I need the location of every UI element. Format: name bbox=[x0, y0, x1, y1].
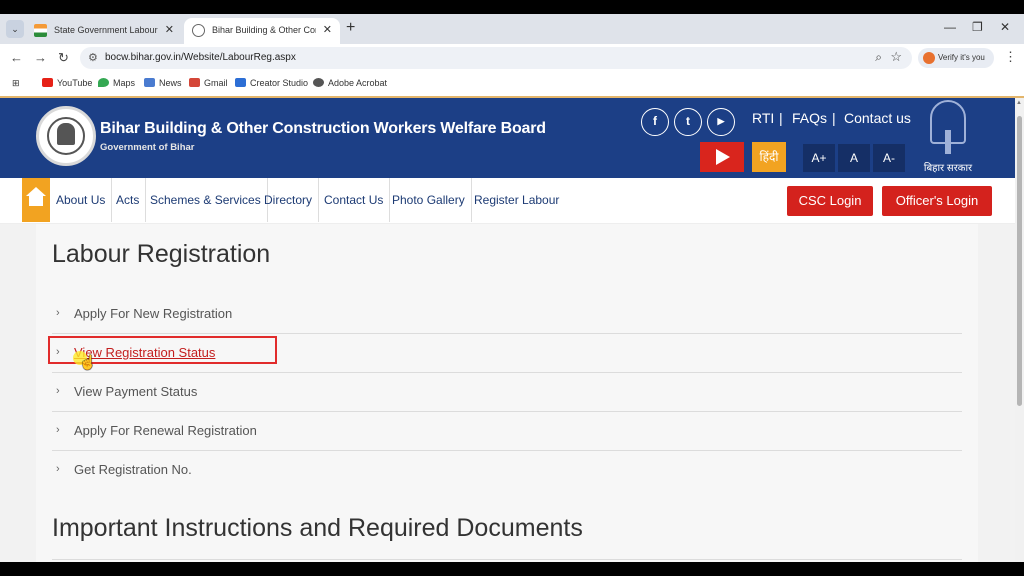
facebook-icon[interactable]: f bbox=[641, 108, 669, 136]
youtube-icon[interactable]: ▶ bbox=[707, 108, 735, 136]
close-window-icon[interactable]: ✕ bbox=[1000, 20, 1010, 34]
chevron-right-icon: › bbox=[56, 424, 60, 436]
site-header: Bihar Building & Other Construction Work… bbox=[0, 98, 1015, 178]
nav-acts[interactable]: Acts bbox=[110, 178, 147, 222]
tab-search-icon[interactable]: ⌄ bbox=[6, 20, 24, 38]
chevron-right-icon: › bbox=[56, 463, 60, 475]
scrollbar-thumb[interactable] bbox=[1017, 116, 1022, 406]
nav-photo-gallery[interactable]: Photo Gallery bbox=[386, 178, 472, 222]
bookmark-gmail[interactable]: Gmail bbox=[189, 78, 228, 88]
board-title: Bihar Building & Other Construction Work… bbox=[100, 120, 546, 137]
close-tab-icon[interactable]: ✕ bbox=[323, 23, 332, 36]
play-icon bbox=[716, 149, 730, 165]
separator: | bbox=[779, 110, 783, 126]
twitter-icon[interactable]: t bbox=[674, 108, 702, 136]
apps-grid-icon[interactable]: ⊞ bbox=[12, 78, 20, 89]
divider bbox=[52, 559, 962, 560]
forward-icon[interactable]: → bbox=[34, 50, 47, 65]
separator: | bbox=[832, 110, 836, 126]
officers-login-button[interactable]: Officer's Login bbox=[882, 186, 992, 216]
nav-about-us[interactable]: About Us bbox=[50, 178, 113, 222]
avatar bbox=[923, 52, 935, 64]
browser-toolbar: ← → ↻ ⚙ bocw.bihar.gov.in/Website/Labour… bbox=[0, 44, 1024, 72]
bookmark-youtube[interactable]: YouTube bbox=[42, 78, 92, 88]
option-apply-new-registration[interactable]: › Apply For New Registration bbox=[52, 295, 962, 334]
video-play-button[interactable] bbox=[700, 142, 744, 172]
scroll-up-icon[interactable]: ▲ bbox=[1016, 100, 1022, 106]
font-normal-button[interactable]: A bbox=[838, 144, 870, 172]
url-text[interactable]: bocw.bihar.gov.in/Website/LabourReg.aspx bbox=[105, 52, 296, 63]
bookmark-star-icon[interactable]: ☆ bbox=[890, 49, 902, 65]
address-bar[interactable]: ⚙ bocw.bihar.gov.in/Website/LabourReg.as… bbox=[80, 47, 912, 69]
option-view-payment-status[interactable]: › View Payment Status bbox=[52, 373, 962, 412]
nav-contact-us[interactable]: Contact Us bbox=[318, 178, 391, 222]
csc-login-button[interactable]: CSC Login bbox=[787, 186, 873, 216]
reload-icon[interactable]: ↻ bbox=[58, 50, 69, 66]
globe-icon bbox=[192, 24, 205, 37]
back-icon[interactable]: ← bbox=[10, 50, 23, 65]
minimize-icon[interactable]: — bbox=[944, 20, 956, 34]
chevron-right-icon: › bbox=[56, 385, 60, 397]
section-title: Important Instructions and Required Docu… bbox=[52, 514, 583, 542]
board-logo[interactable] bbox=[36, 106, 96, 166]
menu-icon[interactable]: ⋮ bbox=[1004, 49, 1017, 65]
board-subtitle: Government of Bihar bbox=[100, 142, 195, 153]
bookmark-maps[interactable]: Maps bbox=[98, 78, 135, 88]
hand-cursor-icon: ☝ bbox=[79, 354, 97, 370]
browser-window: ⌄ State Government Labour Depa ✕ Bihar B… bbox=[0, 14, 1024, 562]
font-increase-button[interactable]: A+ bbox=[803, 144, 835, 172]
hindi-language-button[interactable]: हिंदी bbox=[752, 142, 786, 172]
option-apply-renewal-registration[interactable]: › Apply For Renewal Registration bbox=[52, 412, 962, 451]
tab-strip: ⌄ State Government Labour Depa ✕ Bihar B… bbox=[0, 14, 1024, 44]
chevron-right-icon: › bbox=[56, 307, 60, 319]
bookmark-adobe-acrobat[interactable]: Adobe Acrobat bbox=[313, 78, 387, 88]
bookmark-creator-studio[interactable]: Creator Studio bbox=[235, 78, 308, 88]
site-settings-icon[interactable]: ⚙ bbox=[88, 51, 98, 64]
browser-tab-active[interactable]: Bihar Building & Other Constru ✕ bbox=[184, 18, 340, 44]
font-decrease-button[interactable]: A- bbox=[873, 144, 905, 172]
home-button[interactable] bbox=[22, 178, 50, 222]
nav-directory[interactable]: Directory bbox=[258, 178, 320, 222]
rti-link[interactable]: RTI bbox=[752, 110, 774, 126]
option-get-registration-no[interactable]: › Get Registration No. bbox=[52, 451, 962, 490]
zoom-icon[interactable]: ⌕ bbox=[875, 50, 882, 65]
india-flag-icon bbox=[34, 24, 47, 37]
bookmarks-bar: ⊞ YouTube Maps News Gmail Creator Studio… bbox=[0, 72, 1024, 96]
close-tab-icon[interactable]: ✕ bbox=[165, 23, 174, 36]
main-navigation: About Us Acts Schemes & Services Directo… bbox=[0, 178, 1015, 224]
faqs-link[interactable]: FAQs bbox=[792, 110, 827, 126]
nav-schemes-services[interactable]: Schemes & Services bbox=[144, 178, 268, 222]
bookmark-news[interactable]: News bbox=[144, 78, 182, 88]
new-tab-icon[interactable]: + bbox=[346, 19, 355, 37]
scrollbar[interactable]: ▲ bbox=[1015, 98, 1024, 562]
nav-register-labour[interactable]: Register Labour bbox=[468, 178, 565, 222]
browser-tab[interactable]: State Government Labour Depa ✕ bbox=[26, 18, 182, 44]
profile-button[interactable]: Verify it's you bbox=[918, 48, 994, 68]
page-title: Labour Registration bbox=[52, 240, 271, 268]
emblem-caption: बिहार सरकार bbox=[923, 163, 973, 174]
contact-us-link[interactable]: Contact us bbox=[844, 110, 911, 126]
restore-icon[interactable]: ❐ bbox=[972, 20, 983, 34]
